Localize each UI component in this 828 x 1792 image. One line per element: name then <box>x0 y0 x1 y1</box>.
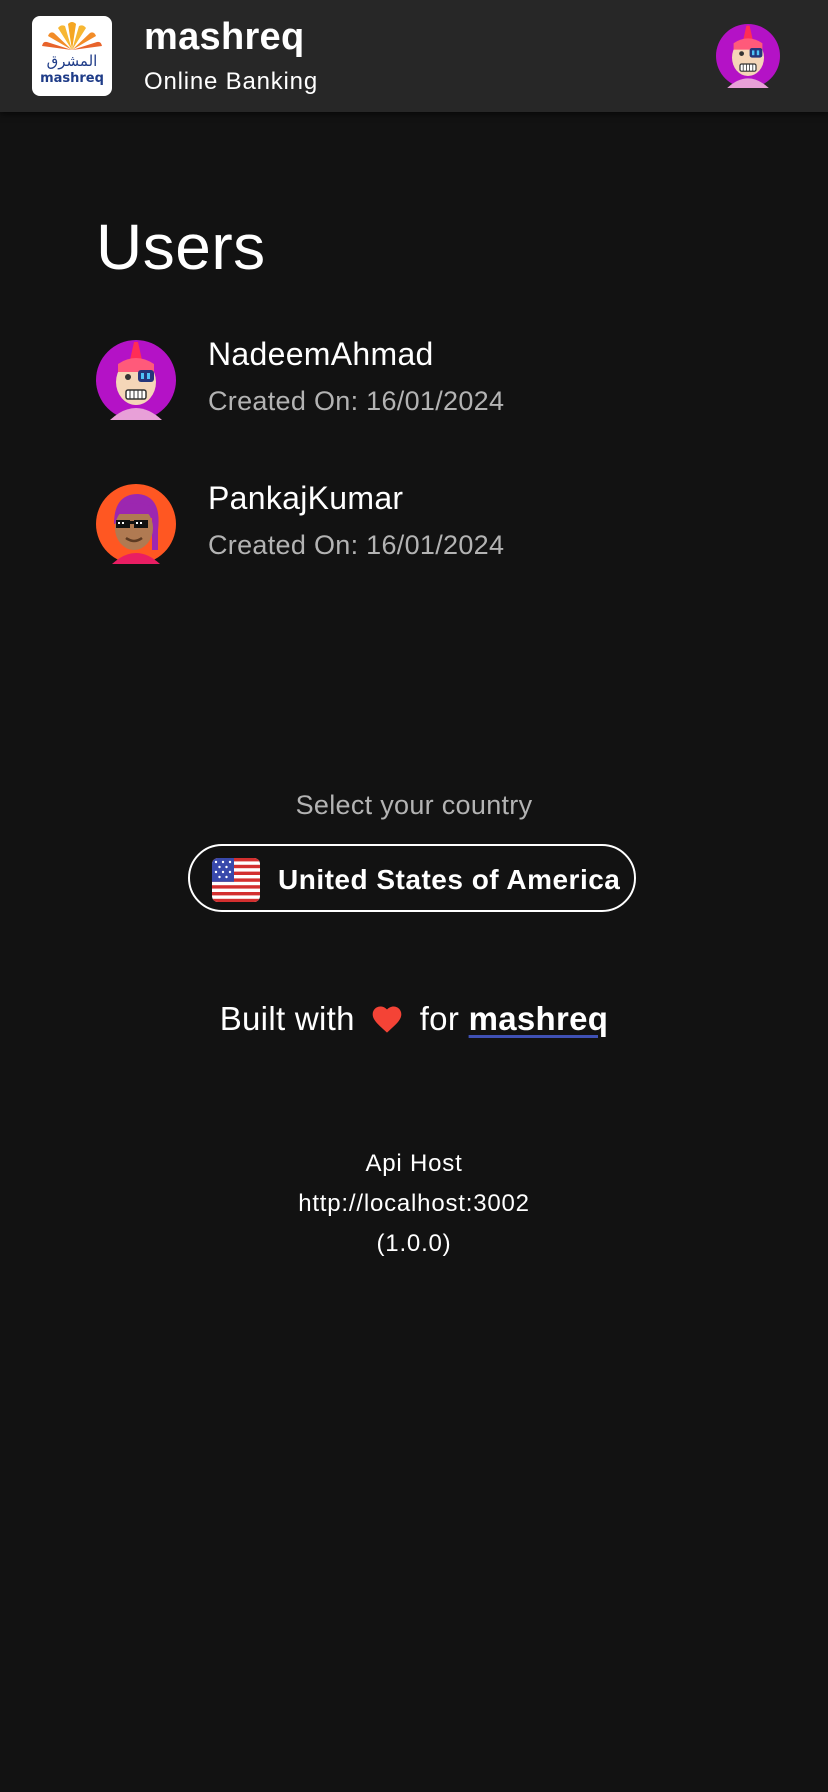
selected-country-name: United States of America <box>278 864 621 895</box>
heart-icon <box>372 1006 402 1033</box>
app-version: (1.0.0) <box>376 1230 452 1257</box>
user-created-date: Created On: 16/01/2024 <box>208 386 505 416</box>
avatar-mohawk-icon <box>96 340 176 420</box>
page-title: Users <box>96 211 266 283</box>
api-host-label: Api Host <box>365 1150 463 1177</box>
app-subtitle: Online Banking <box>144 68 318 95</box>
built-with-middle: for <box>419 1000 460 1037</box>
built-with-prefix: Built with <box>219 1000 355 1037</box>
country-select-button[interactable]: United States of America <box>188 844 636 912</box>
mashreq-sun-logo-icon: المشرق mashreq <box>40 22 104 86</box>
app-title: mashreq <box>144 16 305 58</box>
avatar-sunglasses-icon <box>96 484 176 564</box>
logo-latin-text: mashreq <box>40 71 104 86</box>
api-info: Api Host http://localhost:3002 (1.0.0) <box>0 1144 828 1264</box>
user-name: NadeemAhmad <box>208 336 434 372</box>
mashreq-logo[interactable]: المشرق mashreq <box>32 16 112 96</box>
account-avatar-button[interactable] <box>716 24 780 88</box>
logo-arabic-text: المشرق <box>47 52 98 70</box>
user-avatar-icon <box>716 24 780 88</box>
api-host-url: http://localhost:3002 <box>298 1190 530 1217</box>
user-name: PankajKumar <box>208 480 404 516</box>
us-flag-icon <box>212 858 260 902</box>
user-list-item[interactable]: PankajKumar Created On: 16/01/2024 <box>96 480 736 624</box>
user-created-date: Created On: 16/01/2024 <box>208 530 505 560</box>
user-list: NadeemAhmad Created On: 16/01/2024 Panka… <box>96 336 736 624</box>
country-select-label: Select your country <box>295 790 533 820</box>
brand-link[interactable]: mashreq <box>469 1000 609 1037</box>
app-bar: المشرق mashreq mashreq Online Banking <box>0 0 828 112</box>
user-list-item[interactable]: NadeemAhmad Created On: 16/01/2024 <box>96 336 736 480</box>
built-with-footer: Built with for mashreq <box>0 1000 828 1038</box>
